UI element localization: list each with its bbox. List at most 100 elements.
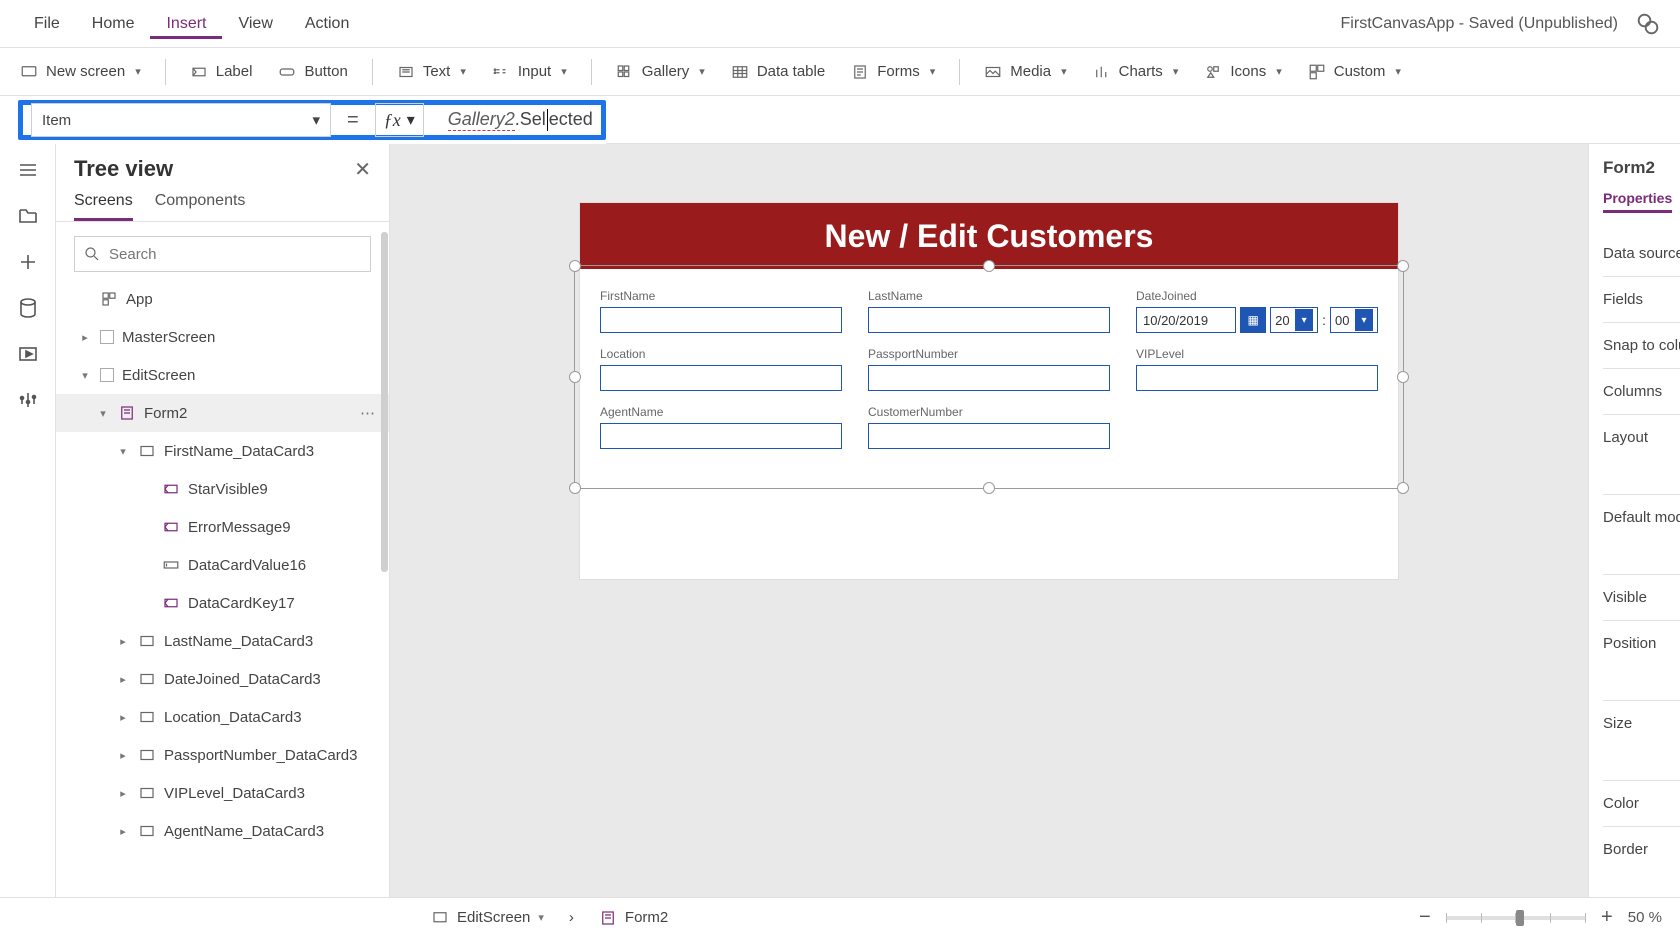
card-icon [138,708,156,726]
chevron-right-icon: ▸ [116,673,130,686]
resize-handle[interactable] [569,482,581,494]
new-screen-button[interactable]: New screen ▾ [18,59,143,85]
card-icon [138,822,156,840]
forms-button[interactable]: Forms ▾ [849,59,937,85]
input-button[interactable]: Input ▾ [490,59,569,85]
prop-color[interactable]: Color [1603,780,1680,826]
tree-node-agent-card[interactable]: ▸ AgentName_DataCard3 [56,812,389,850]
prop-visible[interactable]: Visible [1603,574,1680,620]
zoom-thumb[interactable] [1516,910,1524,926]
gallery-button[interactable]: Gallery ▾ [614,59,707,85]
divider [165,59,166,85]
property-selector[interactable]: Item ▾ [31,103,331,137]
tree-node-editscreen[interactable]: ▾ EditScreen [56,356,389,394]
more-icon[interactable]: ⋯ [360,404,375,422]
prop-data-source[interactable]: Data source [1603,231,1680,276]
prop-columns[interactable]: Columns [1603,368,1680,414]
tree-node-masterscreen[interactable]: ▸ MasterScreen [56,318,389,356]
rail-insert-icon[interactable] [16,250,40,274]
menu-action[interactable]: Action [289,9,365,39]
chevron-down-icon: ▾ [460,65,466,78]
canvas-area[interactable]: New / Edit Customers FirstName [390,144,1588,897]
tab-screens[interactable]: Screens [74,192,133,221]
resize-handle[interactable] [1397,371,1409,383]
formula-bar-extend[interactable] [606,96,1680,144]
chevron-down-icon: ▾ [1395,65,1401,78]
tree-node-starvisible[interactable]: StarVisible9 [56,470,389,508]
tree-search[interactable] [74,236,371,272]
tree-node-vip-card[interactable]: ▸ VIPLevel_DataCard3 [56,774,389,812]
tree-node-location-card[interactable]: ▸ Location_DataCard3 [56,698,389,736]
icons-icon [1204,63,1222,81]
tree-node-lastname-card[interactable]: ▸ LastName_DataCard3 [56,622,389,660]
prop-default-mode[interactable]: Default mode [1603,494,1680,540]
rail-advanced-icon[interactable] [16,388,40,412]
tab-properties[interactable]: Properties [1603,190,1672,213]
form-icon [118,404,136,422]
rail-media-icon[interactable] [16,342,40,366]
tree-label: AgentName_DataCard3 [164,823,324,840]
form2-control[interactable]: FirstName LastName DateJoined 10/20/2019… [580,269,1398,579]
label-icon [162,518,180,536]
formula-input[interactable]: Gallery2.Selected [442,109,593,131]
datatable-button[interactable]: Data table [729,59,827,85]
menu-home[interactable]: Home [76,9,151,39]
tree-node-app[interactable]: ▸ App [56,280,389,318]
close-icon[interactable]: ✕ [354,157,371,182]
button-button[interactable]: Button [276,59,349,85]
checkbox[interactable] [100,330,114,344]
menu-file[interactable]: File [18,9,76,39]
prop-border[interactable]: Border [1603,826,1680,872]
custom-label: Custom [1334,63,1386,80]
breadcrumb-label: EditScreen [457,909,530,926]
resize-handle[interactable] [983,482,995,494]
prop-layout[interactable]: Layout [1603,414,1680,460]
scrollbar-thumb[interactable] [381,232,388,572]
tree-node-datejoined-card[interactable]: ▸ DateJoined_DataCard3 [56,660,389,698]
charts-button[interactable]: Charts ▾ [1091,59,1181,85]
tab-components[interactable]: Components [155,192,246,221]
menu-bar: File Home Insert View Action FirstCanvas… [0,0,1680,48]
resize-handle[interactable] [1397,482,1409,494]
app-checker-icon[interactable] [1634,10,1662,38]
prop-fields[interactable]: Fields [1603,276,1680,322]
resize-handle[interactable] [983,260,995,272]
menu-insert[interactable]: Insert [150,9,222,39]
rail-hamburger-icon[interactable] [16,158,40,182]
tree-search-input[interactable] [109,246,362,263]
text-button[interactable]: Text ▾ [395,59,468,85]
custom-icon [1308,63,1326,81]
tree-node-form2[interactable]: ▾ Form2 ⋯ [56,394,389,432]
prop-position[interactable]: Position [1603,620,1680,666]
breadcrumb-control[interactable]: Form2 [588,904,679,932]
property-selector-value: Item [42,112,71,129]
tree-node-passport-card[interactable]: ▸ PassportNumber_DataCard3 [56,736,389,774]
formula-bar-highlight: Item ▾ = ƒx ▾ Gallery2.Selected [18,100,606,140]
zoom-slider[interactable] [1446,916,1586,920]
resize-handle[interactable] [569,371,581,383]
chevron-down-icon: ▾ [1061,65,1067,78]
screen-artboard[interactable]: New / Edit Customers FirstName [579,202,1399,580]
resize-handle[interactable] [569,260,581,272]
resize-handle[interactable] [1397,260,1409,272]
rail-treeview-icon[interactable] [16,204,40,228]
input-label: Input [518,63,551,80]
custom-button[interactable]: Custom ▾ [1306,59,1403,85]
prop-size[interactable]: Size [1603,700,1680,746]
menu-view[interactable]: View [222,9,288,39]
tree-node-datacardvalue[interactable]: DataCardValue16 [56,546,389,584]
tree-node-datacardkey[interactable]: DataCardKey17 [56,584,389,622]
prop-snap[interactable]: Snap to columns [1603,322,1680,368]
tree-node-firstname-card[interactable]: ▾ FirstName_DataCard3 [56,432,389,470]
label-button[interactable]: Label [188,59,255,85]
zoom-in-button[interactable]: + [1598,906,1616,929]
rail-data-icon[interactable] [16,296,40,320]
media-button[interactable]: Media ▾ [982,59,1068,85]
breadcrumb-screen[interactable]: EditScreen ▾ [420,904,555,932]
fx-button[interactable]: ƒx ▾ [375,103,424,137]
checkbox[interactable] [100,368,114,382]
zoom-out-button[interactable]: − [1416,906,1434,929]
icons-button[interactable]: Icons ▾ [1202,59,1283,85]
breadcrumb-label: Form2 [625,909,668,926]
tree-node-errormessage[interactable]: ErrorMessage9 [56,508,389,546]
